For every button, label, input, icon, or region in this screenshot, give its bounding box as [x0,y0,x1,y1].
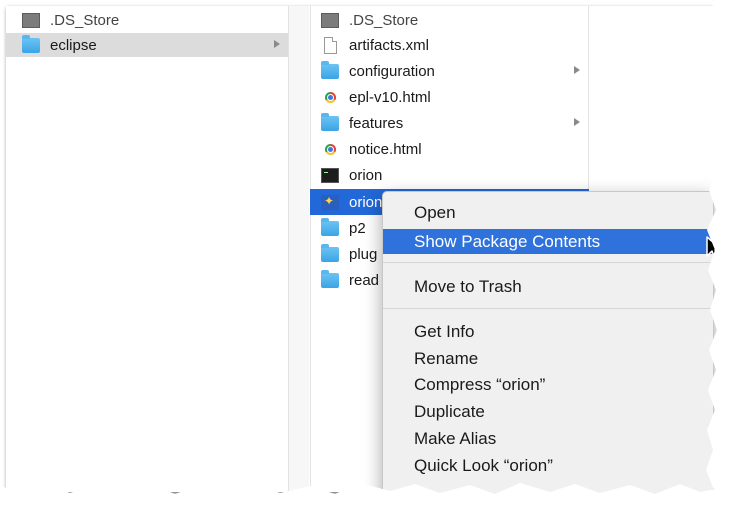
file-label: orion [349,166,383,184]
app-icon [321,194,339,210]
terminal-exec-icon [321,167,339,183]
menu-separator [383,308,713,309]
list-item-ds-store[interactable]: .DS_Store [311,8,588,32]
menu-item-show-package-contents[interactable]: Show Package Contents [383,229,713,254]
folder-icon [321,217,339,236]
menu-item-quick-look[interactable]: Quick Look “orion” [383,453,713,478]
folder-icon [22,34,40,53]
chevron-right-icon [574,118,580,126]
column-divider[interactable] [289,6,309,492]
list-item-ds-store[interactable]: .DS_Store [6,8,288,32]
menu-item-move-to-trash[interactable]: Move to Trash [383,274,713,299]
file-label: .DS_Store [50,11,120,29]
file-label: notice.html [349,140,422,158]
chrome-html-icon [325,91,336,103]
list-item-eclipse[interactable]: eclipse [6,33,288,57]
menu-item-rename[interactable]: Rename [383,346,713,371]
list-item-orion-exec[interactable]: orion [311,163,588,187]
list-item-configuration[interactable]: configuration [311,59,588,83]
list-item-epl-html[interactable]: epl-v10.html [311,85,588,109]
list-item-artifacts-xml[interactable]: artifacts.xml [311,33,588,57]
menu-item-compress[interactable]: Compress “orion” [383,372,713,397]
chrome-html-icon [325,143,336,155]
torn-edge-right [706,0,732,510]
ds-store-icon [22,12,40,28]
folder-label: p2 [349,219,366,237]
list-item-features[interactable]: features [311,111,588,135]
list-item-notice-html[interactable]: notice.html [311,137,588,161]
folder-icon [321,112,339,131]
file-label: epl-v10.html [349,88,431,106]
menu-separator [383,262,713,263]
folder-label: read [349,271,380,289]
folder-label: plug [349,245,378,263]
finder-column-1: .DS_Store eclipse [6,6,289,492]
menu-item-open[interactable]: Open [383,200,713,225]
file-label: .DS_Store [349,11,419,29]
menu-item-duplicate[interactable]: Duplicate [383,399,713,424]
folder-icon [321,269,339,288]
folder-icon [321,243,339,262]
chevron-right-icon [574,66,580,74]
context-menu: Open Show Package Contents Move to Trash… [382,191,714,503]
folder-label: features [349,114,404,132]
chevron-right-icon [274,40,280,48]
torn-edge-bottom [0,483,732,510]
folder-label: configuration [349,62,435,80]
ds-store-icon [321,12,339,28]
folder-icon [321,60,339,79]
file-label: artifacts.xml [349,36,430,54]
document-icon [324,36,337,54]
file-label: orion [349,193,383,211]
folder-label: eclipse [50,36,97,54]
menu-item-get-info[interactable]: Get Info [383,319,713,344]
menu-item-make-alias[interactable]: Make Alias [383,426,713,451]
